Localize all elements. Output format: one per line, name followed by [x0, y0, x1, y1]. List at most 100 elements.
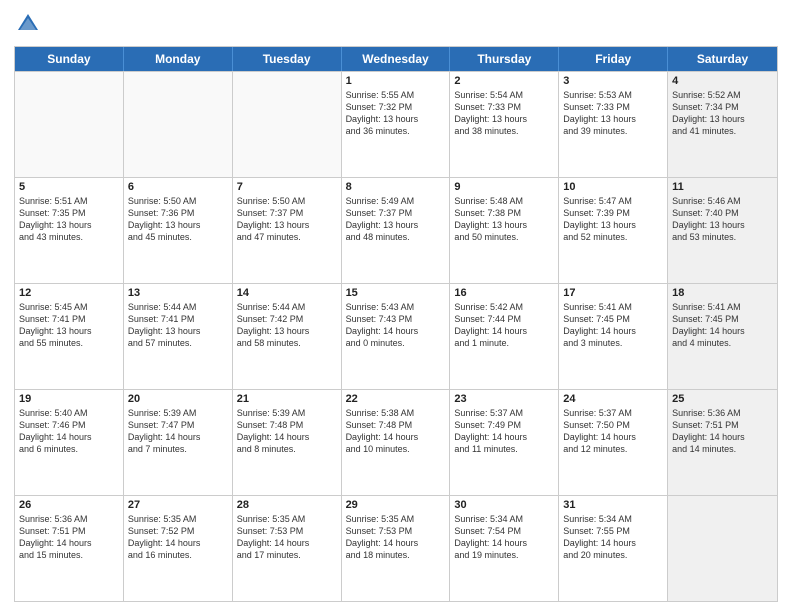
day-info: Sunrise: 5:47 AM Sunset: 7:39 PM Dayligh… [563, 195, 663, 244]
day-number: 12 [19, 287, 119, 299]
day-number: 11 [672, 181, 773, 193]
calendar-row-1: 5 Sunrise: 5:51 AM Sunset: 7:35 PM Daylig… [15, 177, 777, 283]
calendar: SundayMondayTuesdayWednesdayThursdayFrid… [14, 46, 778, 602]
calendar-row-2: 12 Sunrise: 5:45 AM Sunset: 7:41 PM Dayli… [15, 283, 777, 389]
calendar-body: 1 Sunrise: 5:55 AM Sunset: 7:32 PM Daylig… [15, 71, 777, 601]
day-cell-7: 7Sunrise: 5:50 AM Sunset: 7:37 PM Daylig… [233, 178, 342, 283]
day-number: 4 [672, 75, 773, 87]
day-info: Sunrise: 5:35 AM Sunset: 7:53 PM Dayligh… [346, 513, 446, 562]
day-number: 28 [237, 499, 337, 511]
day-number: 10 [563, 181, 663, 193]
day-cell-5: 5 Sunrise: 5:51 AM Sunset: 7:35 PM Daylig… [15, 178, 124, 283]
day-info: Sunrise: 5:39 AM Sunset: 7:48 PM Dayligh… [237, 407, 337, 456]
calendar-header: SundayMondayTuesdayWednesdayThursdayFrid… [15, 47, 777, 71]
day-number: 15 [346, 287, 446, 299]
day-number: 19 [19, 393, 119, 405]
empty-cell-0-1 [124, 72, 233, 177]
day-cell-31: 31 Sunrise: 5:34 AM Sunset: 7:55 PM Dayli… [559, 496, 668, 601]
day-cell-2: 2 Sunrise: 5:54 AM Sunset: 7:33 PM Daylig… [450, 72, 559, 177]
day-info: Sunrise: 5:53 AM Sunset: 7:33 PM Dayligh… [563, 89, 663, 138]
day-number: 8 [346, 181, 446, 193]
day-number: 21 [237, 393, 337, 405]
day-cell-17: 17 Sunrise: 5:41 AM Sunset: 7:45 PM Dayli… [559, 284, 668, 389]
empty-cell-0-2 [233, 72, 342, 177]
day-cell-26: 26Sunrise: 5:36 AM Sunset: 7:51 PM Dayli… [15, 496, 124, 601]
day-info: Sunrise: 5:44 AM Sunset: 7:42 PM Dayligh… [237, 301, 337, 350]
day-info: Sunrise: 5:49 AM Sunset: 7:37 PM Dayligh… [346, 195, 446, 244]
day-cell-25: 25 Sunrise: 5:36 AM Sunset: 7:51 PM Dayli… [668, 390, 777, 495]
day-number: 29 [346, 499, 446, 511]
day-number: 16 [454, 287, 554, 299]
day-info: Sunrise: 5:43 AM Sunset: 7:43 PM Dayligh… [346, 301, 446, 350]
day-info: Sunrise: 5:34 AM Sunset: 7:55 PM Dayligh… [563, 513, 663, 562]
day-cell-8: 8 Sunrise: 5:49 AM Sunset: 7:37 PM Daylig… [342, 178, 451, 283]
header-day-tuesday: Tuesday [233, 47, 342, 71]
day-number: 20 [128, 393, 228, 405]
day-number: 9 [454, 181, 554, 193]
day-info: Sunrise: 5:45 AM Sunset: 7:41 PM Dayligh… [19, 301, 119, 350]
day-info: Sunrise: 5:41 AM Sunset: 7:45 PM Dayligh… [563, 301, 663, 350]
day-cell-22: 22 Sunrise: 5:38 AM Sunset: 7:48 PM Dayli… [342, 390, 451, 495]
day-cell-14: 14 Sunrise: 5:44 AM Sunset: 7:42 PM Dayli… [233, 284, 342, 389]
day-number: 5 [19, 181, 119, 193]
day-number: 6 [128, 181, 228, 193]
header-day-friday: Friday [559, 47, 668, 71]
header-day-sunday: Sunday [15, 47, 124, 71]
day-info: Sunrise: 5:51 AM Sunset: 7:35 PM Dayligh… [19, 195, 119, 244]
day-info: Sunrise: 5:50 AM Sunset: 7:36 PM Dayligh… [128, 195, 228, 244]
day-cell-18: 18Sunrise: 5:41 AM Sunset: 7:45 PM Dayli… [668, 284, 777, 389]
day-info: Sunrise: 5:35 AM Sunset: 7:53 PM Dayligh… [237, 513, 337, 562]
day-cell-11: 11 Sunrise: 5:46 AM Sunset: 7:40 PM Dayli… [668, 178, 777, 283]
header-day-wednesday: Wednesday [342, 47, 451, 71]
day-info: Sunrise: 5:39 AM Sunset: 7:47 PM Dayligh… [128, 407, 228, 456]
logo-icon [14, 10, 42, 38]
day-cell-30: 30Sunrise: 5:34 AM Sunset: 7:54 PM Dayli… [450, 496, 559, 601]
day-info: Sunrise: 5:37 AM Sunset: 7:50 PM Dayligh… [563, 407, 663, 456]
day-number: 31 [563, 499, 663, 511]
day-cell-6: 6 Sunrise: 5:50 AM Sunset: 7:36 PM Daylig… [124, 178, 233, 283]
day-number: 14 [237, 287, 337, 299]
day-info: Sunrise: 5:52 AM Sunset: 7:34 PM Dayligh… [672, 89, 773, 138]
day-number: 17 [563, 287, 663, 299]
header-day-thursday: Thursday [450, 47, 559, 71]
day-cell-21: 21 Sunrise: 5:39 AM Sunset: 7:48 PM Dayli… [233, 390, 342, 495]
day-cell-29: 29 Sunrise: 5:35 AM Sunset: 7:53 PM Dayli… [342, 496, 451, 601]
day-cell-3: 3 Sunrise: 5:53 AM Sunset: 7:33 PM Daylig… [559, 72, 668, 177]
day-number: 3 [563, 75, 663, 87]
day-cell-10: 10 Sunrise: 5:47 AM Sunset: 7:39 PM Dayli… [559, 178, 668, 283]
day-number: 18 [672, 287, 773, 299]
day-info: Sunrise: 5:55 AM Sunset: 7:32 PM Dayligh… [346, 89, 446, 138]
header [14, 10, 778, 38]
day-cell-1: 1 Sunrise: 5:55 AM Sunset: 7:32 PM Daylig… [342, 72, 451, 177]
empty-cell-0-0 [15, 72, 124, 177]
page: SundayMondayTuesdayWednesdayThursdayFrid… [0, 0, 792, 612]
day-cell-27: 27 Sunrise: 5:35 AM Sunset: 7:52 PM Dayli… [124, 496, 233, 601]
day-cell-16: 16Sunrise: 5:42 AM Sunset: 7:44 PM Dayli… [450, 284, 559, 389]
day-number: 2 [454, 75, 554, 87]
day-cell-13: 13 Sunrise: 5:44 AM Sunset: 7:41 PM Dayli… [124, 284, 233, 389]
day-info: Sunrise: 5:54 AM Sunset: 7:33 PM Dayligh… [454, 89, 554, 138]
day-info: Sunrise: 5:48 AM Sunset: 7:38 PM Dayligh… [454, 195, 554, 244]
header-day-saturday: Saturday [668, 47, 777, 71]
day-number: 1 [346, 75, 446, 87]
day-cell-24: 24 Sunrise: 5:37 AM Sunset: 7:50 PM Dayli… [559, 390, 668, 495]
day-number: 13 [128, 287, 228, 299]
day-cell-28: 28 Sunrise: 5:35 AM Sunset: 7:53 PM Dayli… [233, 496, 342, 601]
day-number: 27 [128, 499, 228, 511]
calendar-row-4: 26Sunrise: 5:36 AM Sunset: 7:51 PM Dayli… [15, 495, 777, 601]
day-cell-15: 15 Sunrise: 5:43 AM Sunset: 7:43 PM Dayli… [342, 284, 451, 389]
day-number: 25 [672, 393, 773, 405]
day-number: 24 [563, 393, 663, 405]
day-info: Sunrise: 5:35 AM Sunset: 7:52 PM Dayligh… [128, 513, 228, 562]
calendar-row-0: 1 Sunrise: 5:55 AM Sunset: 7:32 PM Daylig… [15, 71, 777, 177]
day-info: Sunrise: 5:46 AM Sunset: 7:40 PM Dayligh… [672, 195, 773, 244]
day-info: Sunrise: 5:38 AM Sunset: 7:48 PM Dayligh… [346, 407, 446, 456]
day-cell-4: 4 Sunrise: 5:52 AM Sunset: 7:34 PM Daylig… [668, 72, 777, 177]
day-info: Sunrise: 5:44 AM Sunset: 7:41 PM Dayligh… [128, 301, 228, 350]
day-number: 22 [346, 393, 446, 405]
day-cell-19: 19 Sunrise: 5:40 AM Sunset: 7:46 PM Dayli… [15, 390, 124, 495]
day-info: Sunrise: 5:36 AM Sunset: 7:51 PM Dayligh… [672, 407, 773, 456]
calendar-row-3: 19 Sunrise: 5:40 AM Sunset: 7:46 PM Dayli… [15, 389, 777, 495]
day-number: 7 [237, 181, 337, 193]
day-info: Sunrise: 5:40 AM Sunset: 7:46 PM Dayligh… [19, 407, 119, 456]
